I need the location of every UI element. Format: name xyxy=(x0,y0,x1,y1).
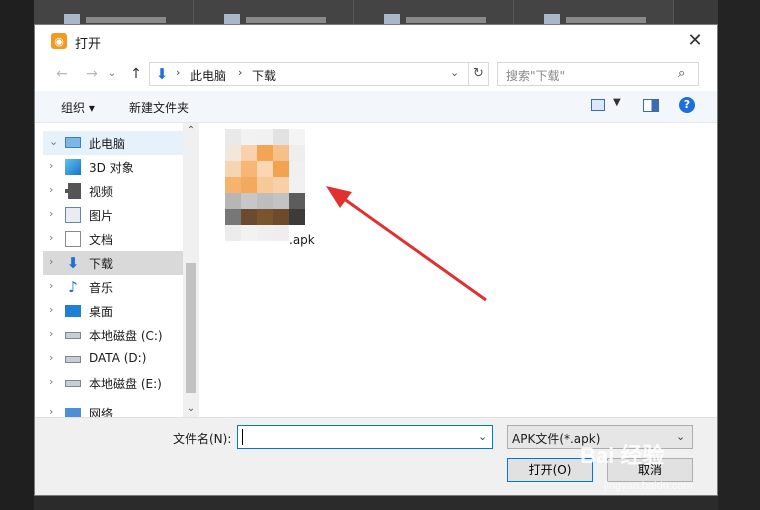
sidebar-item-drive-e[interactable]: › 本地磁盘 (E:) xyxy=(43,371,183,395)
document-icon xyxy=(65,231,81,247)
filename-label: 文件名(N): xyxy=(173,432,232,446)
expand-chevron-icon[interactable]: › xyxy=(49,207,53,220)
close-button[interactable]: ✕ xyxy=(683,29,707,53)
sidebar-item-label: 下载 xyxy=(89,257,114,271)
navigation-pane: ⌄ 此电脑 › 3D 对象 › 视频 › 图片 › 文档 › ⬇ 下载 › ♪ … xyxy=(35,123,199,417)
address-bar[interactable]: ⬇ › 此电脑 › 下载 ⌄ ↻ xyxy=(149,62,489,86)
sidebar-item-label: 此电脑 xyxy=(89,137,126,151)
title-bar: ◉ 打开 ✕ xyxy=(35,25,717,57)
baidu-watermark-logo: Bai 经验 xyxy=(580,443,665,468)
background-tab xyxy=(514,0,674,24)
filename-history-chevron-icon[interactable]: ⌄ xyxy=(478,430,487,443)
expand-chevron-icon[interactable]: › xyxy=(49,375,53,388)
up-button[interactable]: ↑ xyxy=(127,65,145,83)
sidebar-item-label: 文档 xyxy=(89,233,114,247)
sidebar-item-network[interactable]: › 网络 xyxy=(43,401,183,417)
dialog-title: 打开 xyxy=(75,37,102,52)
expand-chevron-icon[interactable]: › xyxy=(49,279,53,292)
sidebar-item-this-pc[interactable]: ⌄ 此电脑 xyxy=(43,131,183,155)
back-button[interactable]: ← xyxy=(53,65,71,83)
sidebar-item-label: 视频 xyxy=(89,185,114,199)
computer-icon xyxy=(65,137,81,148)
navigation-bar: ← → ⌄ ↑ ⬇ › 此电脑 › 下载 ⌄ ↻ 搜索"下载" ⌕ xyxy=(35,59,717,89)
sidebar-item-drive-c[interactable]: › 本地磁盘 (C:) xyxy=(43,323,183,347)
breadcrumb-this-pc[interactable]: 此电脑 xyxy=(190,67,226,84)
sidebar-item-3d-objects[interactable]: › 3D 对象 xyxy=(43,155,183,179)
expand-chevron-icon[interactable]: › xyxy=(49,405,53,417)
expand-chevron-icon[interactable]: › xyxy=(49,255,53,268)
view-mode-icon[interactable] xyxy=(591,99,605,111)
background-right xyxy=(718,0,760,510)
expand-chevron-icon[interactable]: › xyxy=(49,303,53,316)
sidebar-item-drive-d[interactable]: › DATA (D:) xyxy=(43,347,183,371)
search-placeholder: 搜索"下载" xyxy=(506,69,566,83)
scroll-down-arrow-icon[interactable]: ⌄ xyxy=(183,401,199,417)
sidebar-item-documents[interactable]: › 文档 xyxy=(43,227,183,251)
sidebar-item-label: DATA (D:) xyxy=(89,351,147,365)
baidu-watermark-url: jingyan.baidu.com xyxy=(604,480,693,492)
scrollbar-thumb[interactable] xyxy=(186,263,196,393)
app-icon: ◉ xyxy=(51,33,67,49)
drive-icon xyxy=(65,332,81,339)
expand-chevron-icon[interactable]: › xyxy=(49,183,53,196)
apk-file-item[interactable] xyxy=(225,129,305,241)
search-input[interactable]: 搜索"下载" ⌕ xyxy=(497,62,699,86)
sidebar-item-music[interactable]: › ♪ 音乐 xyxy=(43,275,183,299)
breadcrumb-separator: › xyxy=(238,66,243,79)
music-icon: ♪ xyxy=(68,278,78,296)
background-tab xyxy=(194,0,354,24)
open-file-dialog: ◉ 打开 ✕ ← → ⌄ ↑ ⬇ › 此电脑 › 下载 ⌄ ↻ 搜索"下载" ⌕… xyxy=(34,24,718,496)
drive-icon xyxy=(65,380,81,387)
video-icon xyxy=(65,183,81,199)
3d-objects-icon xyxy=(65,159,81,175)
sidebar-item-pictures[interactable]: › 图片 xyxy=(43,203,183,227)
download-icon: ⬇ xyxy=(66,254,80,272)
help-icon[interactable]: ? xyxy=(679,97,695,113)
apk-file-name[interactable]: .apk xyxy=(289,233,315,247)
file-list: .apk xyxy=(201,123,717,417)
scroll-up-arrow-icon[interactable]: ⌃ xyxy=(183,123,199,139)
preview-pane-icon[interactable] xyxy=(643,99,659,112)
background-tab xyxy=(354,0,514,24)
download-folder-icon: ⬇ xyxy=(155,65,169,83)
sidebar-item-label: 桌面 xyxy=(89,305,114,319)
breadcrumb-downloads[interactable]: 下载 xyxy=(252,67,276,84)
expand-chevron-icon[interactable]: › xyxy=(49,159,53,172)
sidebar-item-label: 3D 对象 xyxy=(89,161,134,175)
expand-chevron-icon[interactable]: › xyxy=(49,327,53,340)
search-icon: ⌕ xyxy=(678,66,686,81)
picture-icon xyxy=(65,207,81,223)
command-toolbar: 组织 ▾ 新建文件夹 ▼ ? xyxy=(35,91,717,123)
background-left xyxy=(0,0,34,510)
filename-input[interactable]: ⌄ xyxy=(237,425,493,449)
sidebar-item-label: 本地磁盘 (E:) xyxy=(89,377,162,391)
background-tab-strip xyxy=(34,0,718,24)
sidebar-item-desktop[interactable]: › 桌面 xyxy=(43,299,183,323)
sidebar-item-label: 本地磁盘 (C:) xyxy=(89,329,163,343)
expand-chevron-icon[interactable]: › xyxy=(49,231,53,244)
drive-icon xyxy=(65,356,81,363)
address-dropdown-chevron-icon[interactable]: ⌄ xyxy=(450,66,459,79)
network-icon xyxy=(65,408,81,417)
expand-chevron-icon[interactable]: ⌄ xyxy=(49,135,58,148)
organize-button[interactable]: 组织 ▾ xyxy=(61,99,95,116)
navigation-pane-scrollbar[interactable]: ⌃ ⌄ xyxy=(183,123,199,417)
sidebar-item-label: 图片 xyxy=(89,209,114,223)
sidebar-item-videos[interactable]: › 视频 xyxy=(43,179,183,203)
filetype-chevron-icon[interactable]: ⌄ xyxy=(676,430,685,443)
sidebar-item-downloads[interactable]: › ⬇ 下载 xyxy=(43,251,183,275)
sidebar-item-label: 网络 xyxy=(89,407,114,417)
forward-button[interactable]: → xyxy=(83,65,101,83)
view-mode-dropdown-icon[interactable]: ▼ xyxy=(613,97,621,108)
text-caret xyxy=(242,429,243,445)
breadcrumb-separator: › xyxy=(176,66,181,79)
recent-locations-dropdown[interactable]: ⌄ xyxy=(103,65,121,83)
desktop-icon xyxy=(65,305,81,317)
refresh-button[interactable]: ↻ xyxy=(468,63,488,85)
background-tab xyxy=(34,0,194,24)
expand-chevron-icon[interactable]: › xyxy=(49,351,53,364)
sidebar-item-label: 音乐 xyxy=(89,281,114,295)
new-folder-button[interactable]: 新建文件夹 xyxy=(129,99,189,116)
